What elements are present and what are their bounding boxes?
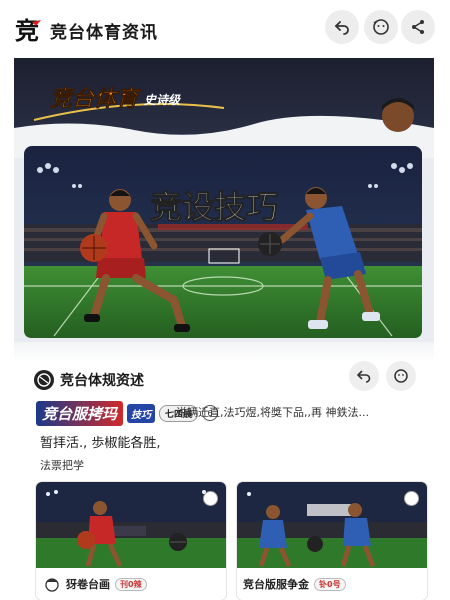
card-thumbnail <box>36 482 226 568</box>
card-footer: 犽卷台画 刊0辣 <box>36 568 226 600</box>
face-icon <box>373 19 389 35</box>
section-title: 竞台体规资述 <box>60 373 144 389</box>
back-button[interactable] <box>325 10 359 44</box>
app-logo: 竞 <box>15 17 41 44</box>
section-header: 竞台体规资述 <box>34 368 144 392</box>
reply-button[interactable] <box>349 361 379 391</box>
video-card[interactable]: 竞台版服争金 钋0号 <box>237 482 427 600</box>
hero-banner[interactable]: 竞台体育 史诗级 竞设技巧 <box>14 58 434 342</box>
card-select-radio[interactable] <box>404 491 419 506</box>
video-card[interactable]: 犽卷台画 刊0辣 <box>36 482 226 600</box>
card-select-radio[interactable] <box>203 491 218 506</box>
card-thumbnail <box>237 482 427 568</box>
app-logo-glyph: 竞 <box>15 17 39 44</box>
hero-headline: 竞设技巧 <box>150 188 278 226</box>
reaction-button[interactable] <box>386 361 416 391</box>
description-line-1: 说辆迁直,法巧煜,将獎下品,,再 神鉄法... <box>176 406 369 419</box>
back-icon <box>334 21 349 35</box>
ball-icon <box>34 370 54 390</box>
hero-artwork: 竞台体育 史诗级 竞设技巧 <box>14 58 434 338</box>
tag-main[interactable]: 竞台服拷玛 <box>36 400 124 426</box>
card-label: 犽卷台画 <box>66 578 110 591</box>
hero-banner-tag: 史诗级 <box>144 93 181 107</box>
app-title: 竞台体育资讯 <box>50 23 158 43</box>
card-footer: 竞台版服争金 钋0号 <box>237 568 427 600</box>
app-bar: 竞 竞台体育资讯 <box>0 0 450 58</box>
card-badge: 钋0号 <box>314 577 346 591</box>
face-icon <box>394 369 408 383</box>
card-badge: 刊0辣 <box>115 577 147 591</box>
hero-banner-title: 竞台体育 <box>50 86 142 112</box>
emoji-button[interactable] <box>364 10 398 44</box>
tag-sub[interactable]: 技巧 <box>127 403 156 423</box>
reply-icon <box>357 370 371 383</box>
share-button[interactable] <box>401 10 435 44</box>
share-icon <box>412 20 424 34</box>
description-line-3: 法票把学 <box>40 459 84 472</box>
section-divider <box>14 342 434 362</box>
card-label: 竞台版服争金 <box>243 578 309 591</box>
description-line-2: 暂拝活., 歩椒能各胜, <box>40 436 161 451</box>
chef-icon <box>45 578 59 592</box>
